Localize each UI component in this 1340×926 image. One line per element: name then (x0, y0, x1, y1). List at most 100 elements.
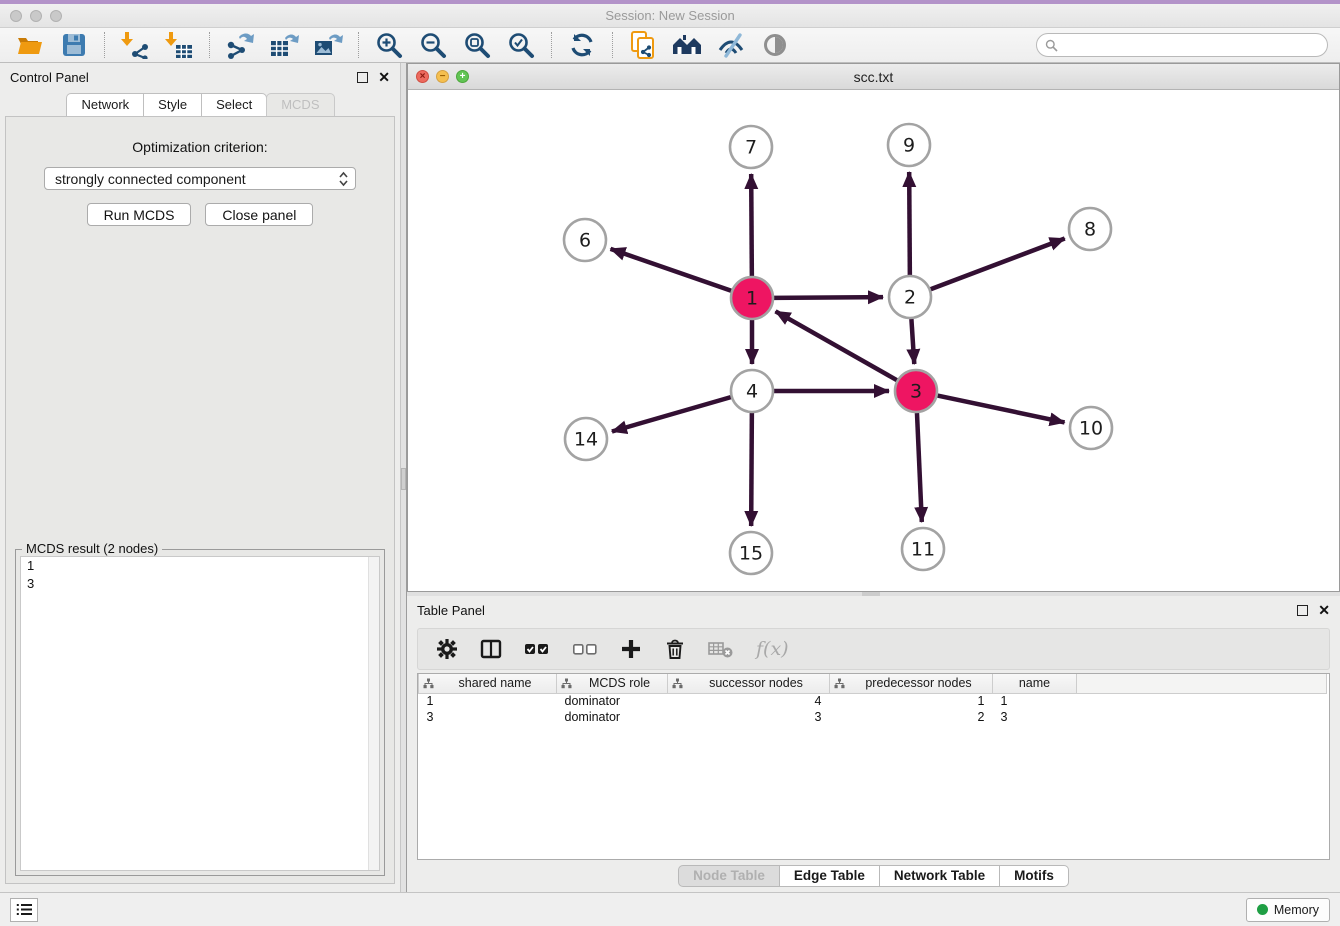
mcds-result-item[interactable]: 1 (21, 557, 379, 575)
column-header-shared-name[interactable]: shared name (419, 674, 557, 693)
edge-2-9[interactable] (909, 172, 910, 275)
edge-4-15[interactable] (751, 413, 752, 526)
column-label: predecessor nodes (849, 676, 988, 690)
node-2[interactable]: 2 (889, 276, 931, 318)
column-header-successor-nodes[interactable]: successor nodes (668, 674, 830, 693)
node-7[interactable]: 7 (730, 126, 772, 168)
result-scrollbar[interactable] (368, 557, 379, 870)
cell-successor-nodes[interactable]: 3 (668, 709, 830, 725)
node-table-wrap[interactable]: shared nameMCDS rolesuccessor nodes prede… (417, 673, 1330, 860)
cell-MCDS-role[interactable]: dominator (557, 709, 668, 725)
optimization-criterion-select[interactable]: strongly connected component (44, 167, 356, 190)
edge-3-10[interactable] (938, 396, 1065, 423)
memory-button[interactable]: Memory (1246, 898, 1330, 922)
column-header-name[interactable]: name (993, 674, 1077, 693)
close-table-panel-icon[interactable]: ✕ (1318, 605, 1330, 616)
node-9[interactable]: 9 (888, 124, 930, 166)
open-file-icon[interactable] (14, 30, 46, 60)
close-panel-icon[interactable]: ✕ (378, 72, 390, 83)
cell-MCDS-role[interactable]: dominator (557, 693, 668, 709)
close-panel-button[interactable]: Close panel (205, 203, 313, 226)
tab-style[interactable]: Style (143, 93, 202, 116)
search-input[interactable] (1062, 35, 1327, 55)
delete-row-icon[interactable] (664, 638, 686, 660)
task-history-button[interactable] (10, 898, 38, 922)
column-header-MCDS-role[interactable]: MCDS role (557, 674, 668, 693)
edge-4-14[interactable] (612, 397, 731, 431)
edge-1-6[interactable] (611, 249, 732, 291)
export-table-icon[interactable] (268, 30, 300, 60)
cell-predecessor-nodes[interactable]: 1 (830, 693, 993, 709)
delete-table-icon[interactable] (708, 639, 734, 659)
control-panel-header: Control Panel ✕ (0, 63, 400, 91)
cell-shared-name[interactable]: 1 (419, 693, 557, 709)
select-all-icon[interactable] (524, 638, 550, 660)
cell-name[interactable]: 1 (993, 693, 1077, 709)
deselect-all-icon[interactable] (572, 638, 598, 660)
style-painter-icon[interactable] (715, 30, 747, 60)
zoom-selected-icon[interactable] (505, 30, 537, 60)
node-6[interactable]: 6 (564, 219, 606, 261)
node-15[interactable]: 15 (730, 532, 772, 574)
cell-successor-nodes[interactable]: 4 (668, 693, 830, 709)
table-row[interactable]: 1dominator411 (419, 693, 1327, 709)
mcds-result-item[interactable]: 3 (21, 575, 379, 593)
node-3[interactable]: 3 (895, 370, 937, 412)
table-tabs: Node Table Edge Table Network Table Moti… (678, 865, 1069, 887)
tab-network-table[interactable]: Network Table (880, 865, 1000, 887)
run-mcds-button[interactable]: Run MCDS (87, 203, 192, 226)
node-4[interactable]: 4 (731, 370, 773, 412)
show-column-icon[interactable] (480, 638, 502, 660)
zoom-fit-icon[interactable] (461, 30, 493, 60)
function-builder-icon[interactable]: f(x) (756, 638, 789, 660)
apply-layout-icon[interactable] (566, 30, 598, 60)
node-8[interactable]: 8 (1069, 208, 1111, 250)
node-14[interactable]: 14 (565, 418, 607, 460)
tab-select[interactable]: Select (201, 93, 267, 116)
copy-network-icon[interactable] (627, 30, 659, 60)
edge-2-3[interactable] (911, 319, 914, 364)
search-input-wrap[interactable] (1036, 33, 1328, 57)
cell-name[interactable]: 3 (993, 709, 1077, 725)
add-row-icon[interactable] (620, 638, 642, 660)
network-graph[interactable]: 7 9 6 8 1 2 4 3 14 10 15 11 (408, 90, 1339, 592)
table-tabs-footer: Node Table Edge Table Network Table Moti… (407, 860, 1340, 892)
vertical-splitter[interactable] (400, 63, 407, 892)
tab-node-table[interactable]: Node Table (678, 865, 780, 887)
splitter-handle[interactable] (401, 468, 406, 490)
cell-predecessor-nodes[interactable]: 2 (830, 709, 993, 725)
mcds-result-list[interactable]: 13 (20, 556, 380, 871)
edge-1-2[interactable] (774, 297, 883, 298)
edge-2-8[interactable] (931, 239, 1065, 290)
edge-3-11[interactable] (917, 413, 922, 522)
float-table-panel-icon[interactable] (1297, 605, 1308, 616)
tab-network[interactable]: Network (66, 93, 144, 116)
node-1[interactable]: 1 (731, 277, 773, 319)
show-hide-icon[interactable] (759, 30, 791, 60)
first-neighbors-icon[interactable] (671, 30, 703, 60)
column-header-predecessor-nodes[interactable]: predecessor nodes (830, 674, 993, 693)
fx-label: f(x) (756, 638, 789, 660)
edge-3-1[interactable] (775, 311, 896, 380)
tab-mcds[interactable]: MCDS (266, 93, 334, 116)
node-11[interactable]: 11 (902, 528, 944, 570)
export-network-icon[interactable] (224, 30, 256, 60)
table-options-icon[interactable] (436, 638, 458, 660)
float-panel-icon[interactable] (357, 72, 368, 83)
import-table-icon[interactable] (163, 30, 195, 60)
export-image-icon[interactable] (312, 30, 344, 60)
edge-1-7[interactable] (751, 174, 752, 276)
import-network-icon[interactable] (119, 30, 151, 60)
table-row[interactable]: 3dominator323 (419, 709, 1327, 725)
tab-edge-table[interactable]: Edge Table (780, 865, 880, 887)
cell-shared-name[interactable]: 3 (419, 709, 557, 725)
zoom-out-icon[interactable] (417, 30, 449, 60)
node-10[interactable]: 10 (1070, 407, 1112, 449)
network-window-titlebar[interactable]: × − + scc.txt (408, 64, 1339, 90)
tab-motifs[interactable]: Motifs (1000, 865, 1069, 887)
network-canvas[interactable]: 7 9 6 8 1 2 4 3 14 10 15 11 (408, 90, 1339, 591)
memory-status-icon (1257, 904, 1268, 915)
mcds-result-title: MCDS result (2 nodes) (22, 541, 162, 556)
save-session-icon[interactable] (58, 30, 90, 60)
zoom-in-icon[interactable] (373, 30, 405, 60)
